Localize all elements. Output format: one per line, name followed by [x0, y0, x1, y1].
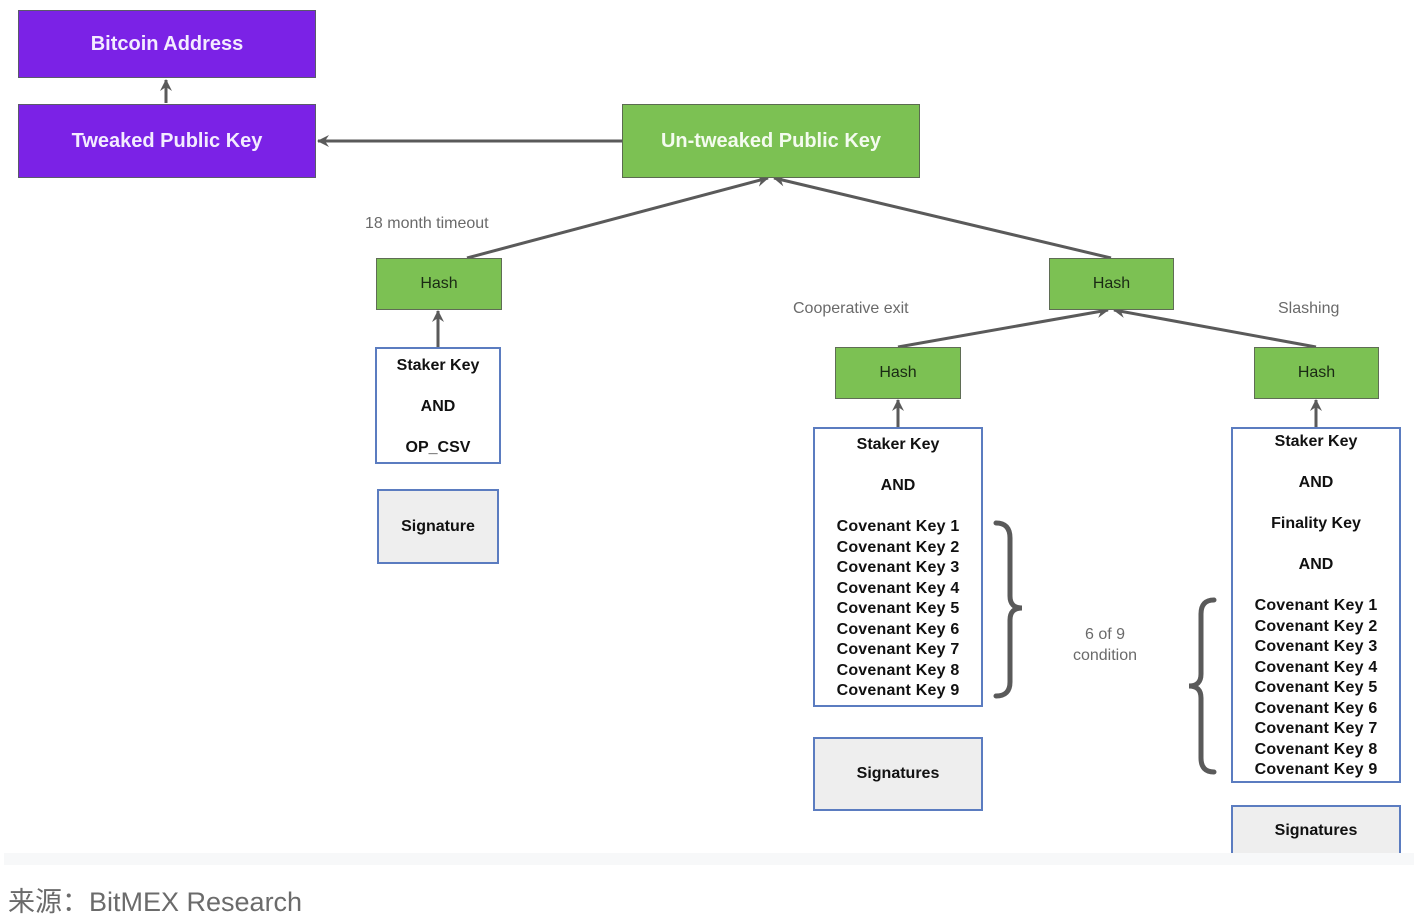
covenant-key: Covenant Key 1 [836, 518, 960, 535]
covenant-key: Covenant Key 1 [1254, 597, 1378, 614]
threshold-note: 6 of 9 condition [1060, 624, 1150, 666]
condition-and: AND [880, 477, 916, 494]
brace-left-icon [1188, 597, 1217, 775]
covenant-key: Covenant Key 4 [1254, 658, 1378, 676]
condition-staker-key: Staker Key [396, 357, 480, 374]
brace-right-icon [993, 520, 1023, 699]
covenant-key: Covenant Key 8 [1254, 740, 1378, 758]
covenant-key: Covenant Key 5 [1254, 679, 1378, 696]
cooperative-branch-label: Cooperative exit [793, 300, 909, 317]
arrow-coop-hash-to-right-hash [897, 305, 1109, 349]
hash-label: Hash [420, 275, 458, 292]
arrow-timeout-hash-to-root [466, 175, 769, 260]
signatures-label: Signatures [1274, 821, 1358, 839]
signatures-label: Signatures [856, 765, 940, 782]
slashing-script-box: Staker Key AND Finality Key AND Covenant… [1231, 427, 1401, 783]
arrow-right-hash-to-root [773, 174, 1112, 260]
timeout-branch-label: 18 month timeout [365, 215, 489, 232]
covenant-key: Covenant Key 3 [1254, 638, 1378, 655]
covenant-key: Covenant Key 3 [836, 559, 960, 576]
condition-op-csv: OP_CSV [405, 439, 471, 456]
threshold-word: condition [1072, 647, 1138, 664]
slashing-branch-label: Slashing [1278, 300, 1340, 317]
source-caption: 来源：BitMEX Research [8, 887, 303, 917]
image-bottom-edge [4, 853, 1414, 865]
untweaked-public-key-label: Un-tweaked Public Key [660, 129, 882, 152]
hash-label: Hash [1297, 364, 1336, 381]
tweaked-public-key-node: Tweaked Public Key [18, 104, 316, 178]
hash-node-timeout: Hash [376, 258, 502, 310]
condition-staker-key: Staker Key [1274, 433, 1358, 450]
condition-finality-key: Finality Key [1271, 515, 1361, 532]
covenant-key: Covenant Key 4 [836, 579, 960, 597]
covenant-key: Covenant Key 5 [836, 600, 960, 617]
bitcoin-address-node: Bitcoin Address [18, 10, 316, 78]
condition-and: AND [1298, 474, 1334, 491]
covenant-key: Covenant Key 7 [1254, 720, 1378, 737]
taproot-staking-diagram: Bitcoin Address Tweaked Public Key Un-tw… [0, 0, 1414, 918]
timeout-script-box: Staker Key AND OP_CSV [375, 347, 501, 464]
covenant-key: Covenant Key 7 [836, 641, 960, 658]
slashing-signatures-box: Signatures [1231, 805, 1401, 856]
signature-label: Signature [401, 517, 475, 535]
threshold-ratio: 6 of 9 [1084, 626, 1126, 643]
tweaked-public-key-label: Tweaked Public Key [71, 129, 263, 152]
covenant-key: Covenant Key 2 [836, 538, 960, 556]
condition-staker-key: Staker Key [856, 436, 940, 453]
hash-node-slashing: Hash [1254, 347, 1379, 399]
hash-label: Hash [1092, 275, 1131, 292]
covenant-key: Covenant Key 2 [1254, 617, 1378, 635]
condition-and: AND [1298, 556, 1334, 573]
timeout-signature-box: Signature [377, 489, 499, 564]
covenant-key: Covenant Key 6 [1254, 699, 1378, 717]
hash-node-cooperative: Hash [835, 347, 961, 399]
hash-label: Hash [879, 364, 917, 381]
hash-node-right: Hash [1049, 258, 1174, 310]
covenant-key: Covenant Key 9 [836, 682, 960, 699]
condition-and: AND [420, 398, 456, 415]
cooperative-signatures-box: Signatures [813, 737, 983, 811]
cooperative-script-box: Staker Key AND Covenant Key 1 Covenant K… [813, 427, 983, 707]
covenant-key: Covenant Key 9 [1254, 761, 1378, 778]
covenant-key: Covenant Key 6 [836, 620, 960, 638]
covenant-key: Covenant Key 8 [836, 661, 960, 679]
bitcoin-address-label: Bitcoin Address [90, 32, 244, 55]
untweaked-public-key-node: Un-tweaked Public Key [622, 104, 920, 178]
